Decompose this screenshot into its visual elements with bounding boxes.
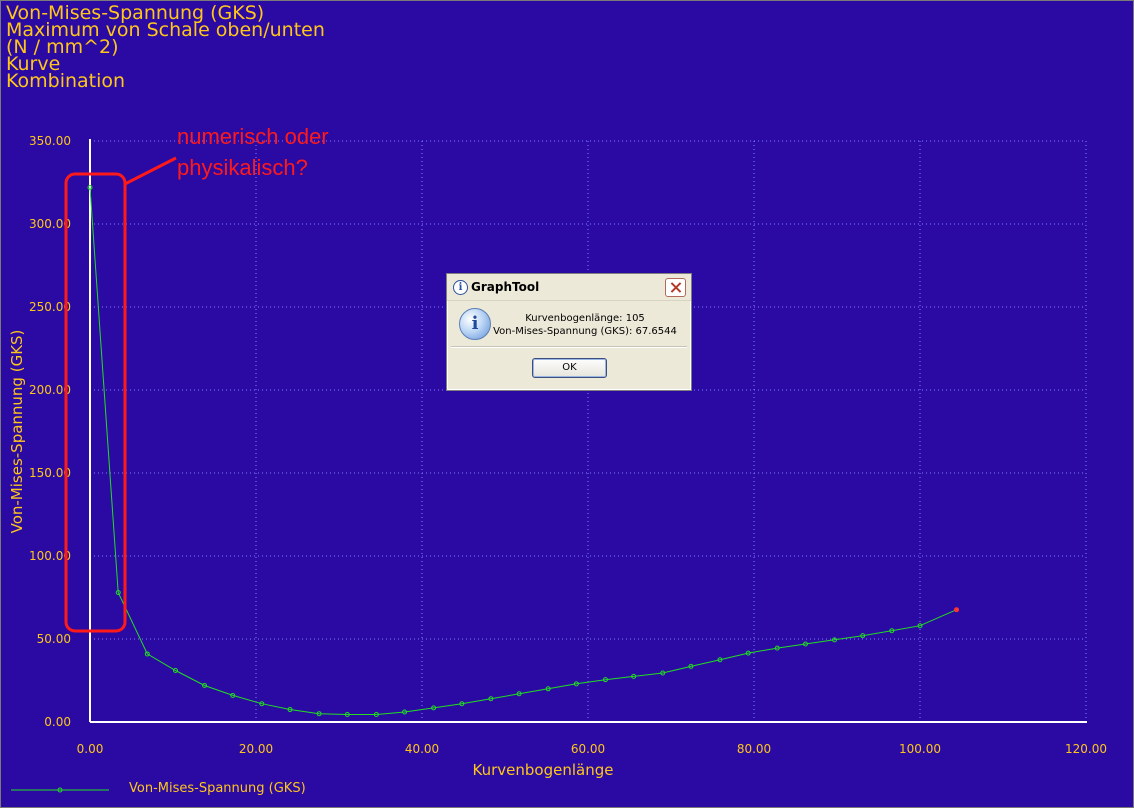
info-small-icon: i [453, 280, 468, 295]
grid-lines [90, 140, 1087, 722]
axes [89, 139, 1087, 723]
x-tick-label: 0.00 [77, 742, 104, 756]
dialog-separator [451, 346, 687, 348]
x-tick-label: 120.00 [1065, 742, 1107, 756]
info-dialog: i GraphTool i Kurvenbogenlänge: 105 Von-… [446, 273, 692, 391]
annotation-text-line2: physikalisch? [177, 155, 308, 180]
legend-label: Von-Mises-Spannung (GKS) [129, 781, 306, 796]
dialog-message: Kurvenbogenlänge: 105 Von-Mises-Spannung… [487, 312, 683, 338]
x-tick-label: 20.00 [239, 742, 273, 756]
annotation: numerisch oder physikalisch? [64, 124, 329, 633]
series-von-mises [87, 184, 960, 718]
ok-button[interactable]: OK [532, 358, 607, 378]
line-chart: 0.0050.00100.00150.00200.00250.00300.003… [8, 124, 1107, 796]
dialog-title-bar[interactable]: i GraphTool [447, 274, 691, 301]
x-tick-labels: 0.00 20.00 40.00 60.00 80.00 100.00 120.00 [77, 742, 1107, 756]
dialog-title: GraphTool [471, 280, 540, 294]
y-tick-label: 350.00 [29, 134, 71, 148]
x-tick-label: 60.00 [571, 742, 605, 756]
annotation-pointer [124, 156, 177, 186]
y-tick-label: 0.00 [44, 715, 71, 729]
x-tick-label: 40.00 [405, 742, 439, 756]
close-icon[interactable] [665, 278, 686, 297]
dialog-message-line2: Von-Mises-Spannung (GKS): 67.6544 [493, 326, 677, 337]
y-axis-label: Von-Mises-Spannung (GKS) [8, 330, 26, 534]
series-line [89, 187, 957, 715]
data-point-selected [954, 607, 960, 613]
x-tick-label: 100.00 [899, 742, 941, 756]
legend: Von-Mises-Spannung (GKS) [11, 781, 306, 796]
x-axis-label: Kurvenbogenlänge [473, 761, 614, 779]
y-tick-label: 50.00 [37, 632, 71, 646]
annotation-text-line1: numerisch oder [177, 124, 329, 149]
graph-window: Von-Mises-Spannung (GKS) Maximum von Sch… [0, 0, 1134, 808]
dialog-message-line1: Kurvenbogenlänge: 105 [525, 313, 645, 324]
x-tick-label: 80.00 [737, 742, 771, 756]
